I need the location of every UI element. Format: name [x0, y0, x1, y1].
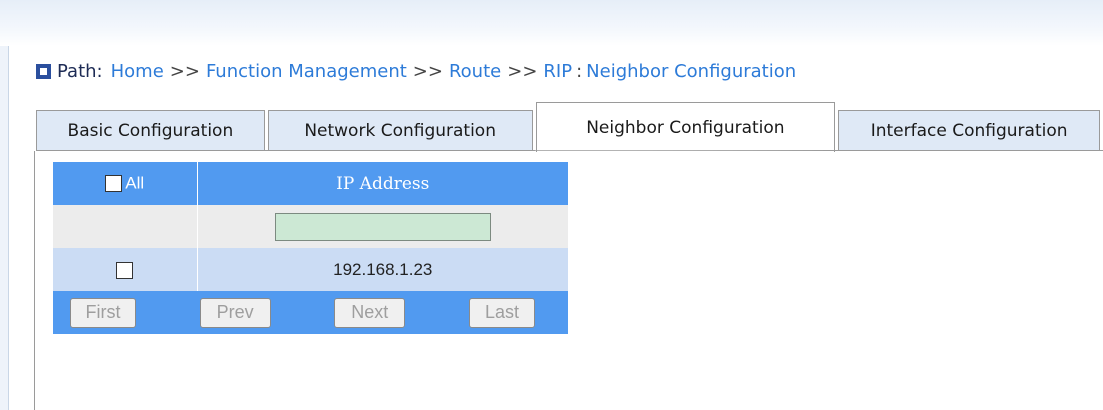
crumb-separator: >>	[412, 60, 443, 82]
first-page-button[interactable]: First	[70, 297, 136, 328]
crumb-separator: >>	[507, 60, 538, 82]
crumb-separator: >>	[169, 60, 200, 82]
left-frame-edge	[0, 46, 9, 410]
input-row-empty-cell	[53, 205, 197, 248]
crumb-function-management[interactable]: Function Management	[206, 61, 407, 82]
content-left-border	[34, 151, 35, 410]
crumb-route[interactable]: Route	[449, 61, 501, 82]
ip-address-header: IP Address	[196, 162, 568, 205]
tab-bar: Basic Configuration Network Configuratio…	[36, 101, 1103, 152]
row-ip-address: 192.168.1.23	[196, 248, 568, 291]
crumb-rip[interactable]: RIP	[543, 61, 572, 82]
tab-neighbor-configuration[interactable]: Neighbor Configuration	[535, 102, 836, 152]
next-page-button[interactable]: Next	[334, 297, 406, 328]
crumb-home[interactable]: Home	[111, 61, 164, 82]
last-page-button[interactable]: Last	[468, 297, 535, 328]
tab-network-configuration[interactable]: Network Configuration	[267, 110, 533, 151]
prev-page-button[interactable]: Prev	[199, 297, 271, 328]
top-banner	[0, 0, 1103, 46]
select-all-checkbox[interactable]	[105, 175, 123, 193]
table-header-row: All IP Address	[53, 162, 568, 205]
crumb-colon: :	[576, 60, 583, 82]
table-row: 192.168.1.23	[53, 248, 568, 291]
pager-cell: First Prev Next Last	[53, 291, 568, 334]
input-row-ip-cell	[196, 205, 568, 248]
path-label: Path:	[57, 60, 103, 82]
neighbor-table: All IP Address 192.168.1.23 First Prev N…	[53, 162, 568, 334]
row-select-cell	[53, 248, 197, 291]
pager-row: First Prev Next Last	[53, 291, 568, 334]
select-all-label: All	[125, 173, 145, 193]
path-square-icon	[36, 63, 51, 79]
crumb-neighbor-configuration[interactable]: Neighbor Configuration	[586, 61, 796, 82]
breadcrumb: Path: Home >> Function Management >> Rou…	[36, 58, 796, 84]
pager-buttons: First Prev Next Last	[53, 297, 568, 328]
tab-basic-configuration[interactable]: Basic Configuration	[36, 110, 265, 151]
tab-interface-configuration[interactable]: Interface Configuration	[838, 110, 1100, 151]
row-checkbox[interactable]	[116, 261, 134, 279]
table-input-row	[53, 205, 568, 248]
select-all-cell: All	[53, 162, 197, 205]
ip-address-input[interactable]	[274, 212, 491, 241]
